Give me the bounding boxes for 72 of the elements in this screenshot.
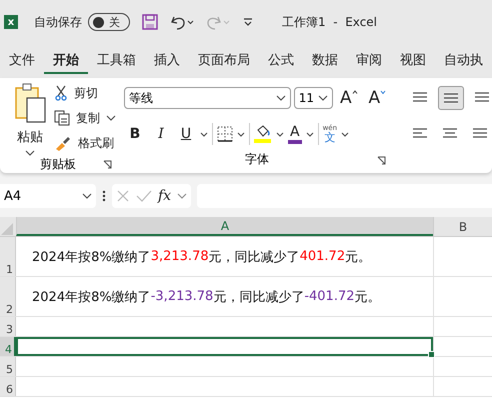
caret-icon [341,132,350,136]
autosave-toggle[interactable]: 关 [88,13,130,31]
caret-icon [106,115,116,121]
ribbon-tab[interactable]: 页面布局 [189,48,259,74]
underline-button[interactable]: U [176,126,196,142]
ribbon-tab[interactable]: 视图 [391,48,435,74]
autosave-label: 自动保存 [34,14,82,30]
row-header[interactable]: 5 [0,357,16,376]
caret-icon [306,132,314,136]
group-label: 剪贴板 [40,156,76,173]
row-header[interactable]: 6 [0,377,16,396]
ribbon-tab[interactable]: 开始 [44,48,88,74]
copy-icon [54,110,70,126]
paste-button[interactable]: 粘贴 [12,82,48,156]
caret-icon [276,132,284,136]
align-left-icon[interactable] [412,126,428,140]
dialog-launcher-icon[interactable] [103,160,112,169]
row-header[interactable]: 3 [0,317,16,336]
brush-icon [54,135,72,151]
italic-button[interactable]: I [150,126,172,142]
font-size-dropdown[interactable]: 11 [294,87,334,109]
ribbon-tab[interactable]: 文件 [0,48,44,74]
align-bottom-icon[interactable] [474,90,490,104]
align-top-icon[interactable] [412,90,428,104]
copy-button[interactable]: 复制 [54,107,116,129]
bold-button[interactable]: B [124,126,146,142]
row-header[interactable]: 2 [0,277,16,316]
down-caret-icon [380,90,386,94]
more-icon[interactable] [102,190,106,202]
row-header[interactable]: 1 [0,237,16,276]
save-icon[interactable] [142,14,158,30]
dialog-launcher-icon[interactable] [377,156,386,165]
window-title: 工作簿1 - Excel [282,14,378,30]
align-middle-icon[interactable] [443,91,459,105]
grow-font-button[interactable]: A [336,88,362,108]
name-box[interactable]: A4 [0,184,96,208]
fill-color-icon[interactable] [254,125,272,143]
undo-icon[interactable] [170,14,194,30]
caret-icon [82,193,92,199]
caret-icon [177,193,188,199]
align-right-icon[interactable] [472,126,488,140]
excel-logo-icon[interactable]: x [4,15,18,29]
table-cell-text: 2024年按8%缴纳了 3,213.78元，同比减少了401.72元。 [31,248,372,266]
caret-icon [276,95,286,101]
cut-button[interactable]: 剪切 [54,82,116,104]
align-center-icon[interactable] [442,126,458,140]
caret-icon [25,150,35,156]
group-label: 字体 [245,150,269,168]
ribbon-tab[interactable]: 自动执 [435,48,492,74]
insert-function-button[interactable]: fx [158,188,172,204]
column-header[interactable]: B [433,217,492,236]
font-color-button[interactable]: A [288,124,302,144]
redo-icon [206,14,230,30]
format-painter-button[interactable]: 格式刷 [54,132,116,154]
ribbon-tab[interactable]: 公式 [259,48,303,74]
table-cell-text: 2024年按8%缴纳了-3,213.78元，同比减少了-401.72元。 [31,288,382,306]
up-caret-icon [352,90,358,94]
ribbon-tab[interactable]: 插入 [145,48,189,74]
ribbon-tab[interactable]: 工具箱 [88,48,145,74]
caret-icon [318,95,328,101]
caret-icon [237,132,245,136]
column-header[interactable]: A [16,217,433,236]
active-cell[interactable] [16,337,433,356]
row-header[interactable]: 4 [0,337,16,356]
customize-icon[interactable] [242,16,254,28]
ribbon-tab[interactable]: 审阅 [347,48,391,74]
font-name-dropdown[interactable]: 等线 [124,87,291,109]
ribbon-tab[interactable]: 数据 [303,48,347,74]
scissors-icon [54,85,68,101]
borders-icon[interactable] [217,126,233,142]
shrink-font-button[interactable]: A [364,88,390,108]
caret-icon [200,132,208,136]
